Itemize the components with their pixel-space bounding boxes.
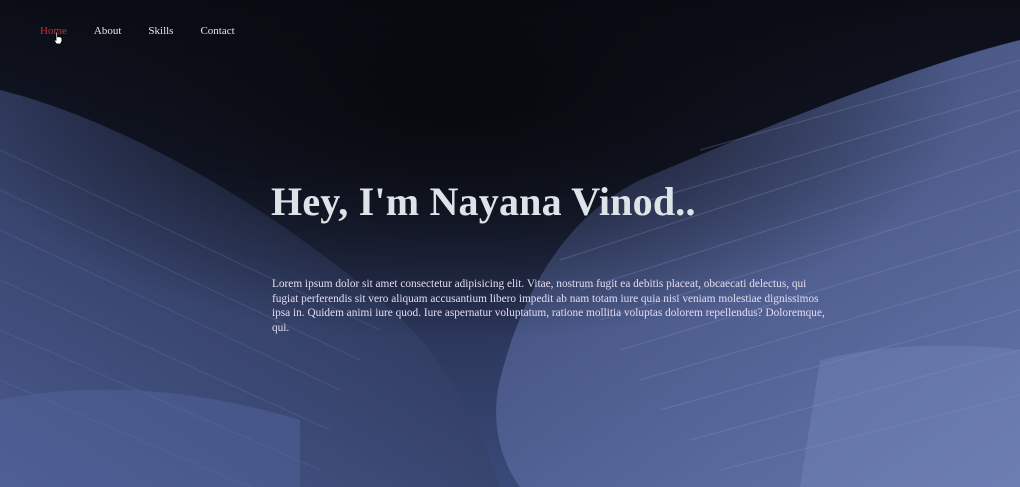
intro-paragraph: Lorem ipsum dolor sit amet consectetur a… [272, 278, 825, 335]
main-navigation: Home About Skills Contact [40, 24, 262, 38]
nav-link-skills[interactable]: Skills [148, 24, 173, 38]
nav-link-about[interactable]: About [94, 24, 122, 38]
hand-pointer-icon [53, 31, 63, 45]
hero-section: Home About Skills Contact Hey, I'm Nayan… [0, 0, 1020, 487]
background-image-rock-valley [0, 0, 1020, 487]
nav-link-contact[interactable]: Contact [200, 24, 234, 38]
page-title: Hey, I'm Nayana Vinod.. [271, 179, 696, 224]
